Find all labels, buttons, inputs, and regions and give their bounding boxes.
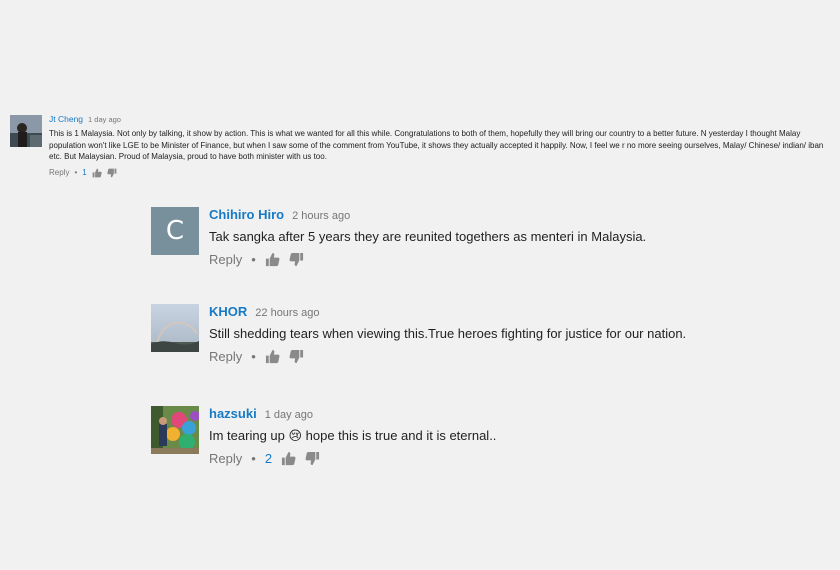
comment-time[interactable]: 2 hours ago <box>292 210 350 222</box>
comment-text: This is 1 Malaysia. Not only by talking,… <box>49 129 824 161</box>
separator: • <box>251 252 256 267</box>
comment-hazsuki: hazsuki 1 day ago Im tearing up 😢 hope t… <box>151 406 496 466</box>
comment-author[interactable]: hazsuki <box>209 406 257 421</box>
thumbs-up-icon[interactable] <box>92 168 102 178</box>
comment-jt-cheng: Jt Cheng 1 day ago This is 1 Malaysia. N… <box>10 114 830 178</box>
like-count: 2 <box>264 451 273 466</box>
thumbs-down-icon[interactable] <box>305 451 320 466</box>
thumbs-down-icon[interactable] <box>289 252 304 267</box>
reply-button[interactable]: Reply <box>49 168 69 177</box>
thumbs-up-icon[interactable] <box>265 349 280 364</box>
comment-khor: KHOR 22 hours ago Still shedding tears w… <box>151 304 686 364</box>
thumbs-up-icon[interactable] <box>265 252 280 267</box>
avatar-hazsuki[interactable] <box>151 406 199 454</box>
reply-button[interactable]: Reply <box>209 349 242 364</box>
separator: • <box>251 451 256 466</box>
comment-time[interactable]: 22 hours ago <box>255 307 319 319</box>
thumbs-down-icon[interactable] <box>107 168 117 178</box>
comment-text: Tak sangka after 5 years they are reunit… <box>209 229 647 244</box>
comment-author[interactable]: KHOR <box>209 304 247 319</box>
avatar-chihiro-hiro[interactable]: C <box>151 207 199 255</box>
comment-text: Still shedding tears when viewing this.T… <box>209 326 687 341</box>
comment-author[interactable]: Chihiro Hiro <box>209 207 284 222</box>
comment-author[interactable]: Jt Cheng <box>49 114 83 124</box>
separator: • <box>251 349 256 364</box>
reply-button[interactable]: Reply <box>209 451 242 466</box>
reply-button[interactable]: Reply <box>209 252 242 267</box>
comment-chihiro-hiro: C Chihiro Hiro 2 hours ago Tak sangka af… <box>151 207 646 267</box>
comment-text: Im tearing up 😢 hope this is true and it… <box>209 428 497 443</box>
separator: • <box>74 168 78 177</box>
comment-time[interactable]: 1 day ago <box>265 409 313 421</box>
avatar-khor[interactable] <box>151 304 199 352</box>
thumbs-up-icon[interactable] <box>281 451 296 466</box>
like-count: 1 <box>82 168 87 177</box>
avatar-jt-cheng[interactable] <box>10 115 42 147</box>
thumbs-down-icon[interactable] <box>289 349 304 364</box>
comment-time[interactable]: 1 day ago <box>88 115 121 124</box>
